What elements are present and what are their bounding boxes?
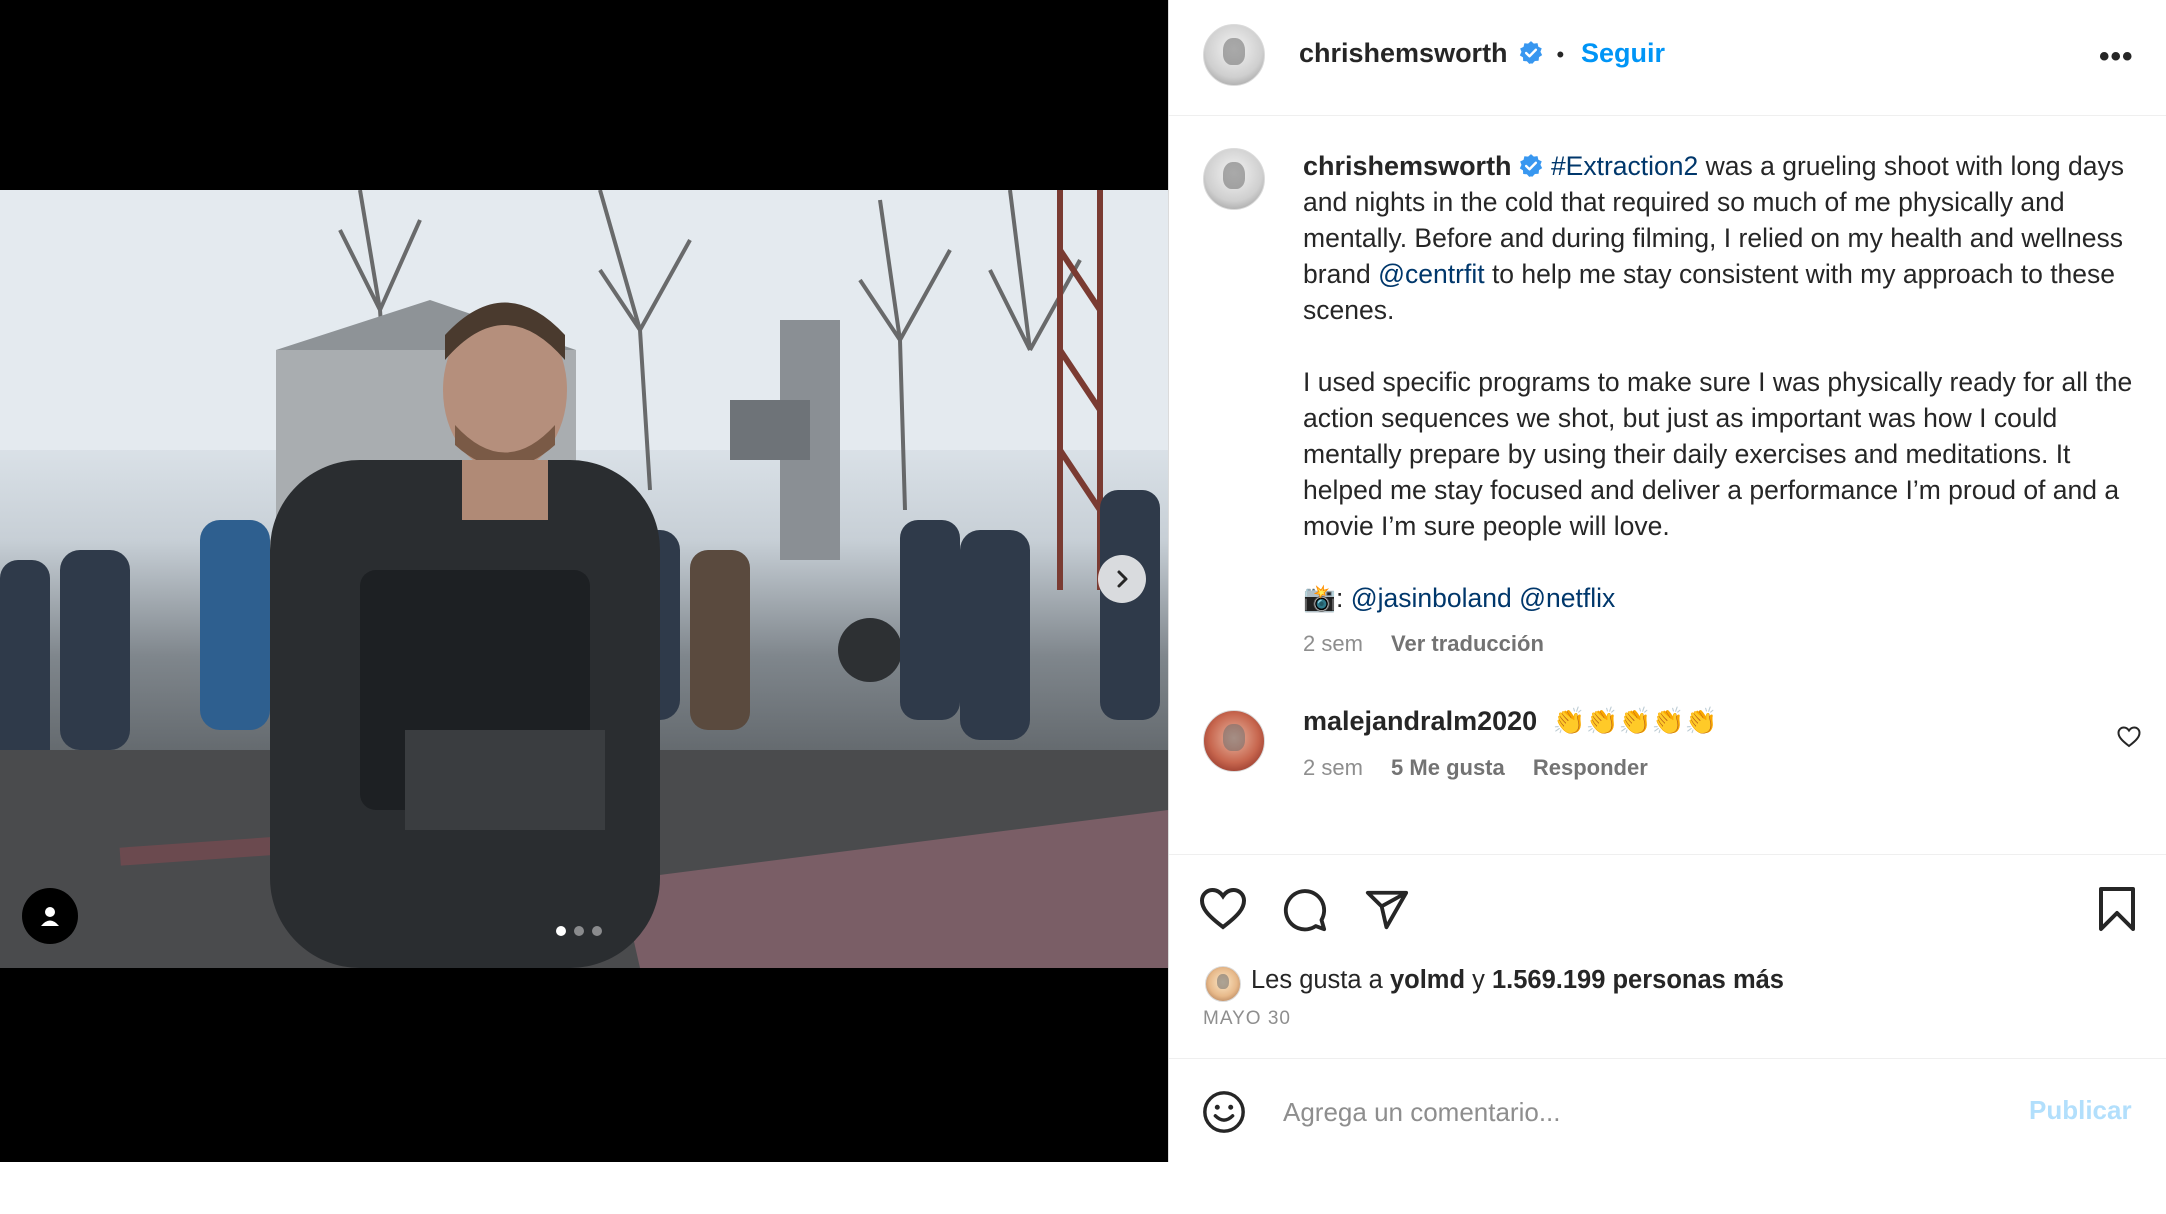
comment-time: 2 sem (1303, 755, 1363, 780)
media-pane (0, 0, 1168, 1162)
photo-illustration (0, 190, 1168, 968)
add-comment-bar: Publicar (1169, 1058, 2166, 1162)
comment-input[interactable] (1281, 1091, 1985, 1133)
likes-count[interactable]: 1.569.199 personas más (1492, 966, 1784, 994)
share-icon[interactable] (1363, 887, 1411, 933)
heart-icon[interactable] (1199, 887, 1247, 931)
post-date: MAYO 30 (1203, 1008, 1291, 1029)
user-tags-button[interactable] (22, 888, 78, 944)
emoji-icon[interactable] (1201, 1089, 1247, 1135)
more-options-icon[interactable]: ••• (2099, 40, 2134, 74)
mention-link[interactable]: @netflix (1519, 583, 1615, 613)
chevron-right-icon (1117, 570, 1128, 588)
author-avatar[interactable] (1203, 24, 1265, 86)
reply-button[interactable]: Responder (1533, 755, 1648, 780)
post-photo[interactable] (0, 190, 1168, 968)
liker-username[interactable]: yolmd (1390, 966, 1465, 994)
comment-icon[interactable] (1281, 887, 1329, 933)
header-separator: • (1556, 42, 1565, 67)
mention-link[interactable]: @jasinboland (1351, 583, 1512, 613)
comment-likes-button[interactable]: 5 Me gusta (1391, 755, 1505, 780)
carousel-dot (574, 926, 584, 936)
publish-button[interactable]: Publicar (2029, 1095, 2132, 1126)
translate-button[interactable]: Ver traducción (1391, 631, 1544, 656)
commenter-avatar[interactable] (1203, 710, 1265, 772)
credit-separator: : (1336, 583, 1351, 613)
hashtag-link[interactable]: #Extraction2 (1551, 151, 1698, 181)
author-username[interactable]: chrishemsworth (1299, 38, 1508, 68)
comment-like-heart-icon[interactable] (2117, 726, 2141, 748)
commenter-username[interactable]: malejandralm2020 (1303, 706, 1537, 736)
verified-badge-icon (1519, 41, 1543, 64)
post-details-panel: chrishemsworth • Seguir ••• chrishemswor… (1168, 0, 2166, 1162)
bookmark-icon[interactable] (2097, 885, 2137, 933)
post-header: chrishemsworth • Seguir ••• (1169, 0, 2166, 116)
camera-emoji: 📸 (1303, 583, 1336, 613)
follow-button[interactable]: Seguir (1581, 38, 1665, 69)
post-caption: chrishemsworth #Extraction2 was a grueli… (1303, 148, 2133, 662)
caption-username[interactable]: chrishemsworth (1303, 151, 1512, 181)
likes-summary: Les gusta a yolmd y 1.569.199 personas m… (1251, 966, 1784, 995)
liker-avatar[interactable] (1205, 966, 1241, 1002)
verified-badge-icon (1519, 154, 1542, 177)
likes-middle: y (1465, 966, 1492, 994)
carousel-next-button[interactable] (1098, 555, 1146, 603)
caption-paragraph: I used specific programs to make sure I … (1303, 367, 2133, 541)
caption-time: 2 sem (1303, 631, 1363, 656)
likes-prefix: Les gusta a (1251, 966, 1390, 994)
carousel-dot (592, 926, 602, 936)
comment-item: malejandralm2020 👏👏👏👏👏 2 sem 5 Me gusta … (1303, 706, 2063, 781)
carousel-dot (556, 926, 566, 936)
caption-author-avatar[interactable] (1203, 148, 1265, 210)
comment-text: 👏👏👏👏👏 (1552, 706, 1718, 736)
mention-link[interactable]: @centrfit (1378, 259, 1484, 289)
user-tag-icon (41, 907, 59, 926)
carousel-indicator (556, 926, 602, 936)
